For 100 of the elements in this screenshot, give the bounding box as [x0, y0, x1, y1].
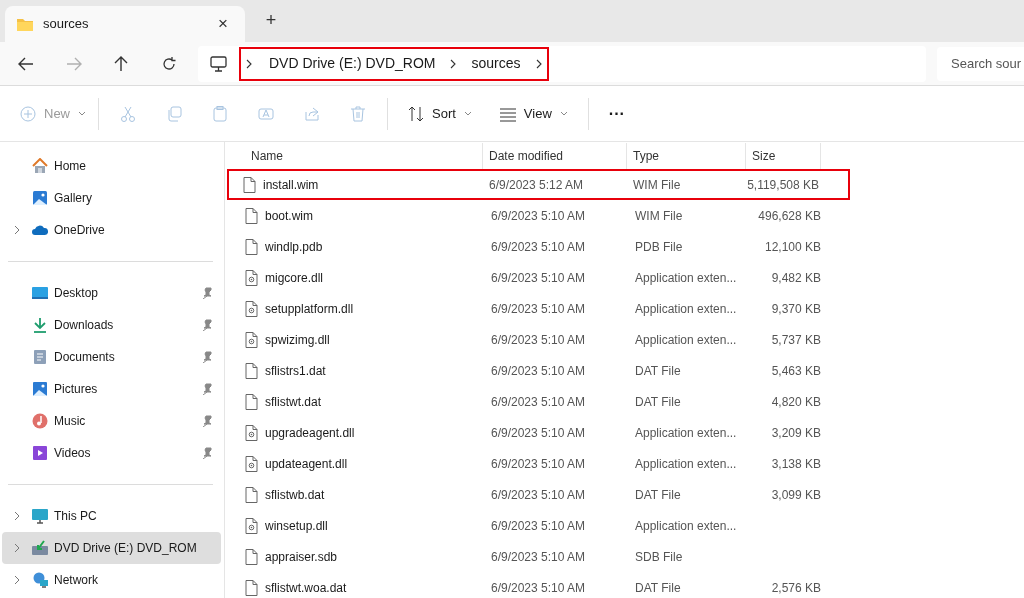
- chevron-icon[interactable]: [14, 511, 20, 521]
- copy-icon: [166, 105, 182, 122]
- file-row[interactable]: sflistwb.dat 6/9/2023 5:10 AM DAT File 3,099 KB: [235, 479, 1024, 510]
- caret-icon: [463, 111, 472, 116]
- house-icon: [32, 158, 48, 174]
- type-cell-text: WIM File: [634, 207, 684, 225]
- column-header[interactable]: Size: [746, 143, 821, 169]
- pin-icon: [201, 351, 213, 363]
- gallery-icon: [32, 190, 48, 206]
- chevron-icon[interactable]: [14, 575, 20, 585]
- more-button[interactable]: ···: [600, 95, 633, 132]
- breadcrumb-item[interactable]: sources: [471, 53, 521, 74]
- list-icon: [499, 105, 516, 122]
- file-row[interactable]: updateagent.dll 6/9/2023 5:10 AM Application exten... 3,138 KB: [235, 448, 1024, 479]
- up-icon[interactable]: [114, 55, 128, 72]
- size-cell-text: 2,576 KB: [770, 579, 821, 597]
- tab-title: sources: [43, 15, 90, 34]
- sidebar-item[interactable]: Documents: [2, 341, 221, 373]
- sidebar-item[interactable]: Downloads: [2, 309, 221, 341]
- clipboard-icon: [212, 105, 228, 122]
- sidebar-item[interactable]: DVD Drive (E:) DVD_ROM: [2, 532, 221, 564]
- file-name: appraiser.sdb: [265, 548, 338, 566]
- size-cell-text: 9,370 KB: [770, 300, 821, 318]
- date-cell-text: 6/9/2023 5:10 AM: [490, 269, 587, 287]
- trash-icon: [350, 105, 366, 122]
- file-name: boot.wim: [265, 207, 314, 225]
- file-icon: [245, 238, 258, 255]
- type-cell-text: DAT File: [634, 579, 682, 597]
- sidebar-item[interactable]: Gallery: [2, 182, 221, 214]
- search-field[interactable]: Search sour: [937, 46, 1024, 81]
- pin-icon: [201, 415, 213, 427]
- size-cell-text: 9,482 KB: [770, 269, 821, 287]
- file-row[interactable]: sflistrs1.dat 6/9/2023 5:10 AM DAT File 5,463 KB: [235, 355, 1024, 386]
- sidebar-item[interactable]: Network: [2, 564, 221, 596]
- size-cell-text: 5,737 KB: [770, 331, 821, 349]
- sidebar-item[interactable]: Home: [2, 150, 221, 182]
- dll-file-icon: [245, 455, 258, 472]
- date-cell-text: 6/9/2023 5:10 AM: [490, 517, 587, 535]
- column-header[interactable]: Type: [627, 143, 746, 169]
- new-tab-button[interactable]: +: [261, 7, 281, 34]
- rename-icon: [258, 105, 274, 122]
- sidebar-item[interactable]: This PC: [2, 500, 221, 532]
- file-row[interactable]: install.wim 6/9/2023 5:12 AM WIM File 5,119,508 KB: [227, 169, 850, 200]
- plus-circle-icon: [20, 105, 36, 122]
- column-header[interactable]: Name: [235, 143, 483, 169]
- download-icon: [32, 317, 48, 333]
- sidebar-item[interactable]: Videos: [2, 437, 221, 469]
- forward-icon[interactable]: [66, 56, 82, 71]
- sidebar-item[interactable]: Desktop: [2, 277, 221, 309]
- file-name: sflistwb.dat: [265, 486, 325, 504]
- monitor-icon: [32, 508, 48, 524]
- file-name: spwizimg.dll: [265, 331, 330, 349]
- file-row[interactable]: spwizimg.dll 6/9/2023 5:10 AM Application exten... 5,737 KB: [235, 324, 1024, 355]
- scissors-icon: [120, 105, 136, 122]
- sidebar-item[interactable]: Music: [2, 405, 221, 437]
- date-cell-text: 6/9/2023 5:10 AM: [490, 579, 587, 597]
- chevron-icon[interactable]: [14, 543, 20, 553]
- file-name: sflistwt.dat: [265, 393, 321, 411]
- file-row[interactable]: boot.wim 6/9/2023 5:10 AM WIM File 496,628 KB: [235, 200, 1024, 231]
- date-cell-text: 6/9/2023 5:10 AM: [490, 486, 587, 504]
- caret-icon: [78, 111, 86, 116]
- file-name: windlp.pdb: [265, 238, 323, 256]
- size-cell-text: 3,138 KB: [770, 455, 821, 473]
- chevron-icon: [245, 58, 253, 69]
- breadcrumb-item[interactable]: DVD Drive (E:) DVD_ROM: [269, 53, 436, 74]
- chevron-icon[interactable]: [14, 225, 20, 235]
- dll-file-icon: [245, 517, 258, 534]
- desktop-icon: [32, 285, 48, 301]
- file-row[interactable]: setupplatform.dll 6/9/2023 5:10 AM Application exten... 9,370 KB: [235, 293, 1024, 324]
- video-icon: [32, 445, 48, 461]
- size-cell-text: 3,099 KB: [770, 486, 821, 504]
- network-icon: [32, 572, 48, 588]
- type-cell-text: DAT File: [634, 486, 682, 504]
- sort-icon: [408, 105, 424, 122]
- file-row[interactable]: appraiser.sdb 6/9/2023 5:10 AM SDB File: [235, 541, 1024, 572]
- file-row[interactable]: migcore.dll 6/9/2023 5:10 AM Application exten... 9,482 KB: [235, 262, 1024, 293]
- file-icon: [245, 548, 258, 565]
- file-row[interactable]: sflistwt.woa.dat 6/9/2023 5:10 AM DAT File 2,576 KB: [235, 572, 1024, 598]
- back-icon[interactable]: [18, 56, 34, 71]
- chevron-icon: [449, 58, 458, 69]
- file-row[interactable]: upgradeagent.dll 6/9/2023 5:10 AM Application exten... 3,209 KB: [235, 417, 1024, 448]
- sidebar-item[interactable]: Pictures: [2, 373, 221, 405]
- sidebar-item[interactable]: OneDrive: [2, 214, 221, 246]
- sort-button[interactable]: Sort: [400, 95, 480, 132]
- tab[interactable]: sources ×: [5, 6, 245, 42]
- view-button[interactable]: View: [491, 95, 576, 132]
- type-cell-text: Application exten...: [634, 455, 738, 473]
- date-cell-text: 6/9/2023 5:10 AM: [490, 424, 587, 442]
- column-header[interactable]: Date modified: [483, 143, 627, 169]
- file-row[interactable]: winsetup.dll 6/9/2023 5:10 AM Application exten...: [235, 510, 1024, 541]
- type-cell-text: WIM File: [632, 176, 682, 194]
- close-button[interactable]: ×: [213, 11, 233, 37]
- file-row[interactable]: windlp.pdb 6/9/2023 5:10 AM PDB File 12,100 KB: [235, 231, 1024, 262]
- file-icon: [245, 362, 258, 379]
- file-row[interactable]: sflistwt.dat 6/9/2023 5:10 AM DAT File 4,820 KB: [235, 386, 1024, 417]
- type-cell-text: PDB File: [634, 238, 684, 256]
- size-cell-text: 3,209 KB: [770, 424, 821, 442]
- pin-icon: [201, 383, 213, 395]
- address-bar[interactable]: DVD Drive (E:) DVD_ROM sources: [198, 45, 926, 82]
- refresh-icon[interactable]: [162, 56, 176, 71]
